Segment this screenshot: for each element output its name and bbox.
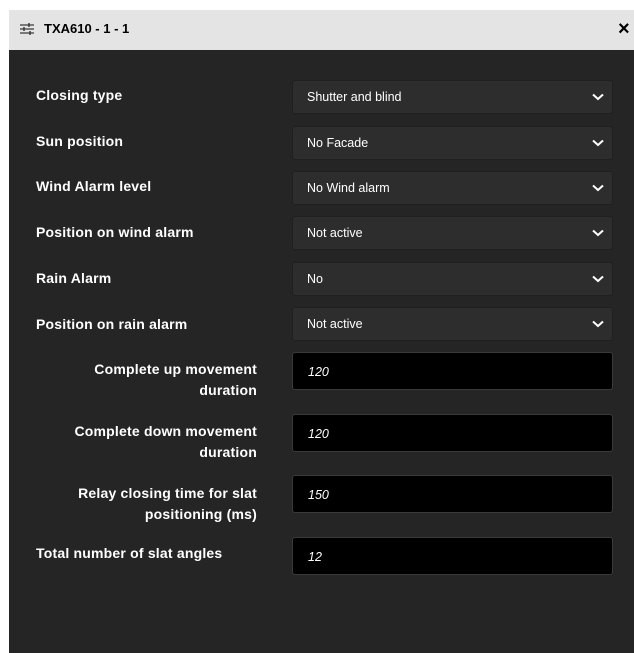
closing-type-select[interactable]: Shutter and blind bbox=[292, 80, 613, 114]
total-slat-angles-input[interactable]: 12 bbox=[292, 537, 613, 575]
closing-type-label: Closing type bbox=[36, 87, 123, 103]
closing-type-value: Shutter and blind bbox=[307, 90, 402, 104]
wind-alarm-level-select[interactable]: No Wind alarm bbox=[292, 171, 613, 205]
chevron-down-icon bbox=[592, 93, 604, 101]
position-on-rain-alarm-label: Position on rain alarm bbox=[36, 316, 188, 332]
chevron-down-icon bbox=[592, 184, 604, 192]
complete-up-duration-value: 120 bbox=[308, 365, 329, 379]
complete-up-duration-label-line2: duration bbox=[199, 382, 257, 398]
wind-alarm-level-value: No Wind alarm bbox=[307, 181, 390, 195]
relay-closing-time-label-line2: positioning (ms) bbox=[144, 506, 257, 522]
position-on-wind-alarm-value: Not active bbox=[307, 226, 363, 240]
sliders-icon bbox=[20, 23, 34, 35]
sun-position-value: No Facade bbox=[307, 136, 369, 150]
position-on-wind-alarm-select[interactable]: Not active bbox=[292, 216, 613, 250]
relay-closing-time-label-line1: Relay closing time for slat bbox=[78, 485, 257, 501]
relay-closing-time-input[interactable]: 150 bbox=[292, 475, 613, 513]
position-on-rain-alarm-select[interactable]: Not active bbox=[292, 307, 613, 341]
complete-down-duration-label: Complete down movement duration bbox=[36, 421, 257, 463]
position-on-wind-alarm-label: Position on wind alarm bbox=[36, 224, 194, 240]
close-icon[interactable]: × bbox=[618, 19, 634, 39]
complete-up-duration-label-line1: Complete up movement bbox=[94, 361, 257, 377]
relay-closing-time-label: Relay closing time for slat positioning … bbox=[36, 483, 257, 525]
rain-alarm-select[interactable]: No bbox=[292, 262, 613, 296]
relay-closing-time-value: 150 bbox=[308, 488, 329, 502]
complete-down-duration-input[interactable]: 120 bbox=[292, 414, 613, 452]
position-on-rain-alarm-value: Not active bbox=[307, 317, 363, 331]
chevron-down-icon bbox=[592, 139, 604, 147]
dialog-titlebar: TXA610 - 1 - 1 × bbox=[9, 10, 634, 50]
total-slat-angles-value: 12 bbox=[308, 550, 322, 564]
complete-down-duration-value: 120 bbox=[308, 427, 329, 441]
sun-position-select[interactable]: No Facade bbox=[292, 126, 613, 160]
wind-alarm-level-label: Wind Alarm level bbox=[36, 178, 152, 194]
total-slat-angles-label: Total number of slat angles bbox=[36, 545, 223, 561]
complete-up-duration-input[interactable]: 120 bbox=[292, 352, 613, 390]
chevron-down-icon bbox=[592, 320, 604, 328]
settings-dialog: TXA610 - 1 - 1 × Closing type Shutter an… bbox=[9, 10, 634, 653]
complete-down-duration-label-line1: Complete down movement bbox=[74, 423, 257, 439]
complete-down-duration-label-line2: duration bbox=[199, 444, 257, 460]
rain-alarm-label: Rain Alarm bbox=[36, 270, 112, 286]
chevron-down-icon bbox=[592, 275, 604, 283]
rain-alarm-value: No bbox=[307, 272, 323, 286]
sun-position-label: Sun position bbox=[36, 133, 124, 149]
chevron-down-icon bbox=[592, 229, 604, 237]
complete-up-duration-label: Complete up movement duration bbox=[36, 359, 257, 401]
dialog-title: TXA610 - 1 - 1 bbox=[44, 21, 130, 36]
